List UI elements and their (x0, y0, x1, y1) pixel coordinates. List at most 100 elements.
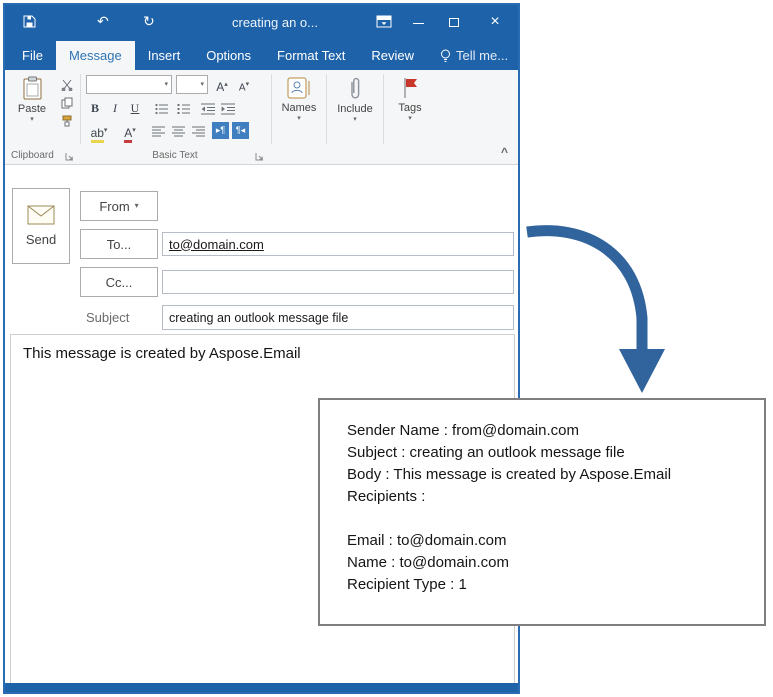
from-label: From (99, 198, 130, 214)
cc-field[interactable] (162, 270, 514, 294)
grow-caret-icon: ▴ (224, 81, 228, 88)
to-label: To... (106, 236, 132, 252)
minimize-icon (413, 23, 424, 24)
tab-format-text[interactable]: Format Text (264, 41, 358, 70)
include-label: Include (337, 103, 373, 115)
tab-tell-me[interactable]: Tell me... (427, 41, 521, 70)
group-divider (80, 74, 81, 144)
minimize-button[interactable] (408, 13, 430, 33)
names-dropdown-caret-icon: ▾ (297, 115, 301, 122)
screenshot-canvas: ↶ ↻ creating an o... × File Message Inse… (0, 0, 773, 697)
cut-button[interactable] (57, 76, 77, 93)
window-bottom-strip (5, 683, 518, 692)
highlight-icon: ab (90, 126, 104, 143)
flag-icon (401, 76, 419, 100)
ribbon-tabs: File Message Insert Options Format Text … (5, 41, 518, 70)
group-divider (383, 74, 384, 144)
tab-insert[interactable]: Insert (135, 41, 194, 70)
save-icon[interactable] (23, 15, 36, 28)
increase-indent-button[interactable] (218, 100, 238, 117)
info-line-recipient-type: Recipient Type : 1 (347, 576, 467, 593)
bullet-list-button[interactable] (152, 100, 172, 117)
text-highlight-button[interactable]: ab▾ (86, 122, 112, 143)
info-line-body: Body : This message is created by Aspose… (347, 466, 672, 483)
collapse-ribbon-button[interactable]: ^ (501, 145, 508, 159)
redo-icon[interactable]: ↻ (143, 14, 155, 28)
copy-button[interactable] (57, 94, 77, 111)
paperclip-icon (348, 76, 362, 101)
send-label: Send (25, 232, 57, 247)
to-button[interactable]: To... (80, 229, 158, 259)
numbered-list-button[interactable] (174, 100, 194, 117)
decrease-indent-button[interactable] (198, 100, 218, 117)
ribbon: Paste ▾ Clipboard ▾ ▾ A▴ A▾ B I U ab▾ A▾… (5, 70, 518, 165)
tags-dropdown-caret-icon: ▾ (408, 115, 412, 122)
basic-text-dialog-launcher-icon[interactable] (255, 152, 264, 161)
include-button[interactable]: Include ▾ (330, 74, 380, 123)
font-family-select[interactable]: ▾ (86, 75, 172, 94)
to-recipient-value[interactable]: to@domain.com (169, 237, 264, 252)
clipboard-group-label: Clipboard (11, 150, 54, 161)
names-button[interactable]: Names ▾ (275, 74, 323, 122)
send-button[interactable]: Send (12, 188, 70, 264)
font-color-caret-icon: ▾ (132, 127, 136, 134)
info-line-sender: Sender Name : from@domain.com (347, 422, 579, 439)
font-size-caret-icon: ▾ (200, 80, 204, 88)
tags-button[interactable]: Tags ▾ (387, 74, 433, 122)
address-book-icon (286, 76, 312, 100)
from-caret-icon: ▾ (134, 201, 139, 210)
shrink-font-button[interactable]: A▾ (235, 76, 253, 94)
maximize-icon (449, 18, 459, 27)
underline-button[interactable]: U (126, 99, 144, 117)
italic-button[interactable]: I (106, 99, 124, 117)
info-line-email: Email : to@domain.com (347, 532, 507, 549)
ltr-direction-button[interactable]: ▸¶ (212, 122, 229, 139)
align-left-button[interactable] (148, 123, 168, 140)
align-center-button[interactable] (168, 123, 188, 140)
send-envelope-icon (27, 205, 55, 225)
output-info-box: Sender Name : from@domain.com Subject : … (318, 398, 766, 626)
grow-font-button[interactable]: A▴ (213, 76, 231, 94)
rtl-direction-button[interactable]: ¶◂ (232, 122, 249, 139)
font-family-caret-icon: ▾ (164, 80, 168, 88)
subject-label: Subject (86, 310, 130, 325)
group-divider (271, 74, 272, 144)
cc-button[interactable]: Cc... (80, 267, 158, 297)
cc-label: Cc... (105, 274, 133, 290)
from-button[interactable]: From ▾ (80, 191, 158, 221)
paste-clipboard-icon (22, 76, 43, 101)
tab-message[interactable]: Message (55, 41, 135, 70)
format-painter-button[interactable] (57, 112, 77, 129)
paste-button[interactable]: Paste ▾ (9, 74, 55, 123)
info-line-recipients: Recipients : (347, 488, 426, 505)
shrink-font-icon: A (238, 82, 246, 94)
undo-icon[interactable]: ↶ (97, 14, 109, 28)
clipboard-dialog-launcher-icon[interactable] (65, 152, 74, 161)
ribbon-display-options-icon[interactable] (376, 15, 392, 28)
highlight-caret-icon: ▾ (103, 127, 108, 134)
message-body-text: This message is created by Aspose.Email (23, 345, 301, 362)
names-label: Names (281, 102, 317, 114)
font-color-button[interactable]: A▾ (118, 122, 142, 143)
tab-review[interactable]: Review (358, 41, 427, 70)
group-divider (326, 74, 327, 144)
basic-text-group-label: Basic Text (152, 150, 198, 161)
to-field[interactable]: to@domain.com (162, 232, 514, 256)
font-size-select[interactable]: ▾ (176, 75, 208, 94)
info-line-subject: Subject : creating an outlook message fi… (347, 444, 625, 461)
title-bar: ↶ ↻ creating an o... × (5, 5, 518, 41)
tab-options[interactable]: Options (193, 41, 264, 70)
subject-value: creating an outlook message file (169, 310, 349, 325)
subject-field[interactable]: creating an outlook message file (162, 305, 514, 330)
tell-me-label: Tell me... (456, 48, 509, 63)
paste-dropdown-caret-icon: ▾ (30, 116, 34, 123)
align-right-button[interactable] (188, 123, 208, 140)
tab-file[interactable]: File (9, 41, 56, 70)
bold-button[interactable]: B (86, 99, 104, 117)
window-title: creating an o... (232, 15, 318, 30)
info-line-name: Name : to@domain.com (347, 554, 509, 571)
close-button[interactable]: × (484, 12, 506, 32)
shrink-caret-icon: ▾ (245, 81, 250, 88)
maximize-button[interactable] (444, 13, 466, 33)
tags-label: Tags (398, 102, 422, 114)
